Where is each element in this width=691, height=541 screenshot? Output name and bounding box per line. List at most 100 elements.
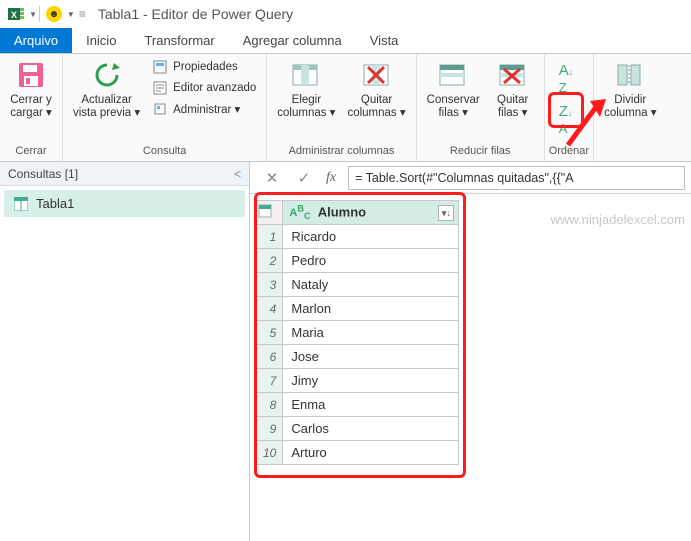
- qat-overflow[interactable]: ≡: [79, 7, 86, 21]
- queries-pane: Consultas [1] < Tabla1: [0, 162, 250, 541]
- row-header[interactable]: 4: [257, 297, 283, 321]
- table-row[interactable]: 4Marlon: [257, 297, 459, 321]
- table-row[interactable]: 2Pedro: [257, 249, 459, 273]
- qat-separator: [39, 6, 40, 22]
- cell-alumno[interactable]: Marlon: [283, 297, 459, 321]
- queries-header[interactable]: Consultas [1] <: [0, 162, 249, 186]
- fx-icon: fx: [326, 170, 336, 186]
- filter-dropdown-icon[interactable]: ▾↓: [438, 205, 454, 221]
- keep-rows-l2: filas ▾: [438, 107, 467, 119]
- group-sort: A↓Z Z↓A Ordenar: [545, 54, 594, 161]
- row-header[interactable]: 8: [257, 393, 283, 417]
- cancel-fx-button[interactable]: ✕: [262, 168, 282, 188]
- main-pane: ✕ ✓ fx = Table.Sort(#"Columnas quitadas"…: [250, 162, 691, 541]
- smiley-caret[interactable]: ▼: [67, 10, 75, 19]
- tab-add-column[interactable]: Agregar columna: [229, 28, 356, 53]
- query-item-tabla1[interactable]: Tabla1: [4, 190, 245, 217]
- split-column-button[interactable]: Dividircolumna ▾: [598, 56, 662, 122]
- group-reduce-rows-label: Reducir filas: [421, 145, 540, 161]
- text-type-icon: ABC: [289, 207, 310, 219]
- column-header-label: Alumno: [318, 204, 366, 219]
- cell-alumno[interactable]: Pedro: [283, 249, 459, 273]
- row-header[interactable]: 6: [257, 345, 283, 369]
- ribbon: Cerrar ycargar ▾ Cerrar Actualizarvista …: [0, 54, 691, 162]
- table-row[interactable]: 5Maria: [257, 321, 459, 345]
- table-row[interactable]: 8Enma: [257, 393, 459, 417]
- remove-rows-l2: filas ▾: [498, 107, 527, 119]
- cell-alumno[interactable]: Jose: [283, 345, 459, 369]
- chevron-left-icon[interactable]: <: [234, 167, 241, 181]
- table-row[interactable]: 10Arturo: [257, 441, 459, 465]
- row-header[interactable]: 1: [257, 225, 283, 249]
- group-split-label: [598, 145, 662, 161]
- refresh-l1: Actualizar: [81, 94, 132, 106]
- choose-columns-l1: Elegir: [292, 94, 321, 106]
- qat-menu-caret[interactable]: ▼: [29, 10, 37, 19]
- cell-alumno[interactable]: Nataly: [283, 273, 459, 297]
- keep-rows-button[interactable]: Conservarfilas ▾: [421, 56, 486, 122]
- group-close-label: Cerrar: [4, 145, 58, 161]
- accept-fx-button[interactable]: ✓: [294, 168, 314, 188]
- tab-view[interactable]: Vista: [356, 28, 413, 53]
- cell-alumno[interactable]: Ricardo: [283, 225, 459, 249]
- choose-columns-button[interactable]: Elegircolumnas ▾: [271, 56, 341, 122]
- group-manage-columns-label: Administrar columnas: [271, 145, 411, 161]
- cell-alumno[interactable]: Carlos: [283, 417, 459, 441]
- manage-icon: [152, 101, 168, 117]
- remove-columns-l2: columnas ▾: [347, 107, 405, 119]
- group-split: Dividircolumna ▾: [594, 54, 666, 161]
- properties-button[interactable]: Propiedades: [150, 58, 258, 76]
- table-row[interactable]: 3Nataly: [257, 273, 459, 297]
- properties-label: Propiedades: [173, 61, 238, 73]
- remove-columns-button[interactable]: Quitarcolumnas ▾: [341, 56, 411, 122]
- column-header-alumno[interactable]: ABC Alumno ▾↓: [283, 201, 459, 225]
- window-title: Tabla1 - Editor de Power Query: [98, 6, 293, 22]
- table-row[interactable]: 7Jimy: [257, 369, 459, 393]
- advanced-editor-button[interactable]: Editor avanzado: [150, 79, 258, 97]
- keep-rows-icon: [438, 58, 468, 92]
- row-header[interactable]: 9: [257, 417, 283, 441]
- manage-button[interactable]: Administrar ▾: [150, 100, 258, 118]
- close-load-l1: Cerrar y: [10, 94, 52, 106]
- group-query-label: Consulta: [67, 145, 262, 161]
- choose-columns-icon: [291, 58, 321, 92]
- smiley-icon[interactable]: ☻: [45, 5, 63, 23]
- refresh-button[interactable]: Actualizarvista previa ▾: [67, 56, 146, 122]
- remove-columns-icon: [362, 58, 392, 92]
- table-row[interactable]: 1Ricardo: [257, 225, 459, 249]
- choose-columns-l2: columnas ▾: [277, 107, 335, 119]
- keep-rows-l1: Conservar: [427, 94, 480, 106]
- sort-asc-button[interactable]: A↓Z: [553, 60, 580, 98]
- remove-rows-icon: [498, 58, 528, 92]
- save-icon: [16, 58, 46, 92]
- cell-alumno[interactable]: Enma: [283, 393, 459, 417]
- row-header[interactable]: 5: [257, 321, 283, 345]
- row-header[interactable]: 2: [257, 249, 283, 273]
- row-header[interactable]: 7: [257, 369, 283, 393]
- cell-alumno[interactable]: Jimy: [283, 369, 459, 393]
- table-icon: [14, 197, 28, 211]
- sort-desc-icon: Z↓A: [559, 103, 573, 137]
- grid-corner[interactable]: [257, 201, 283, 225]
- tab-file[interactable]: Arquivo: [0, 28, 72, 53]
- tab-transform[interactable]: Transformar: [130, 28, 228, 53]
- row-header[interactable]: 10: [257, 441, 283, 465]
- group-manage-columns: Elegircolumnas ▾ Quitarcolumnas ▾ Admini…: [267, 54, 416, 161]
- cell-alumno[interactable]: Maria: [283, 321, 459, 345]
- workspace: Consultas [1] < Tabla1 ✕ ✓ fx = Table.So…: [0, 162, 691, 541]
- sort-asc-icon: A↓Z: [559, 62, 574, 96]
- group-close: Cerrar ycargar ▾ Cerrar: [0, 54, 63, 161]
- svg-text:X: X: [11, 10, 17, 20]
- remove-rows-button[interactable]: Quitarfilas ▾: [486, 56, 540, 122]
- table-row[interactable]: 6Jose: [257, 345, 459, 369]
- cell-alumno[interactable]: Arturo: [283, 441, 459, 465]
- close-load-button[interactable]: Cerrar ycargar ▾: [4, 56, 58, 122]
- formula-input[interactable]: = Table.Sort(#"Columnas quitadas",{{"A: [348, 166, 685, 190]
- sort-desc-button[interactable]: Z↓A: [553, 101, 580, 139]
- table-row[interactable]: 9Carlos: [257, 417, 459, 441]
- row-header[interactable]: 3: [257, 273, 283, 297]
- manage-label: Administrar ▾: [173, 102, 240, 116]
- tab-home[interactable]: Inicio: [72, 28, 130, 53]
- split-column-l2: columna ▾: [604, 107, 656, 119]
- data-grid: ABC Alumno ▾↓ 1Ricardo2Pedro3Nataly4Marl…: [256, 200, 459, 465]
